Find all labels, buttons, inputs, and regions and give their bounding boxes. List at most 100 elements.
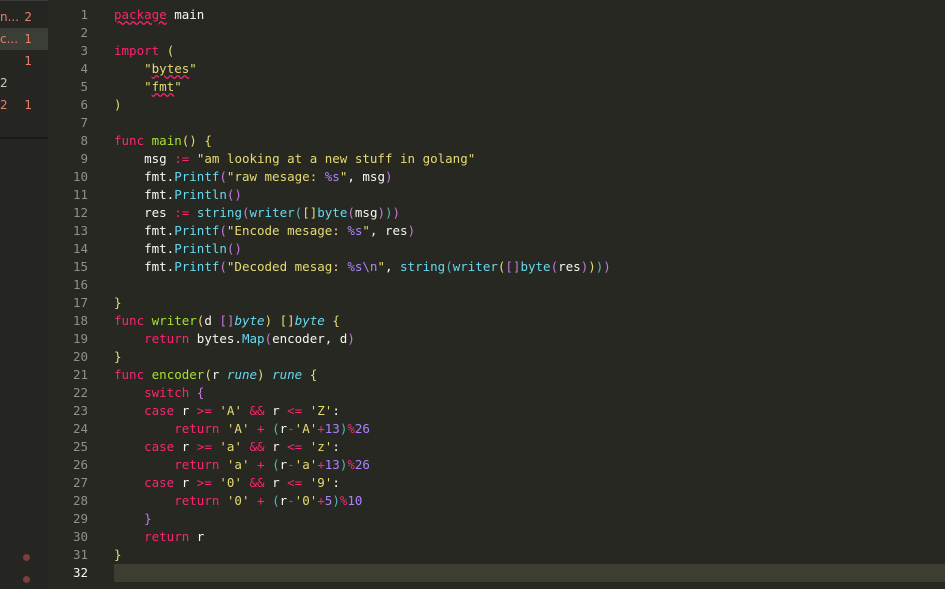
code-token: - xyxy=(287,457,295,472)
code-token: : xyxy=(332,475,340,490)
code-line[interactable]: return r xyxy=(114,528,204,546)
code-line[interactable]: "fmt" xyxy=(114,78,182,96)
code-line[interactable]: fmt.Printf("Encode mesage: %s", res) xyxy=(114,222,415,240)
code-token: ) xyxy=(257,367,265,382)
code-token: string xyxy=(400,259,446,274)
line-number: 20 xyxy=(72,349,88,364)
code-token: 26 xyxy=(354,421,370,436)
code-token: main xyxy=(151,133,182,148)
code-token: r xyxy=(279,421,288,436)
code-token: r xyxy=(264,475,288,490)
code-token: + xyxy=(317,421,325,436)
code-token: encoder, d xyxy=(272,331,348,346)
code-line[interactable]: func main() { xyxy=(114,132,212,150)
code-line[interactable]: switch { xyxy=(114,384,204,402)
code-token: fmt. xyxy=(114,187,175,202)
code-line[interactable]: case r >= '0' && r <= '9': xyxy=(114,474,340,492)
code-token: return xyxy=(144,529,190,544)
code-line[interactable]: fmt.Println() xyxy=(114,240,242,258)
code-line[interactable]: import ( xyxy=(114,42,174,60)
code-line[interactable]: return bytes.Map(encoder, d) xyxy=(114,330,355,348)
sidebar-item-label: 2 xyxy=(0,76,8,90)
code-token: >= xyxy=(196,475,212,490)
sidebar-item-4[interactable]: 2 xyxy=(0,72,48,94)
sidebar-item-3[interactable]: 1 xyxy=(0,50,48,72)
sidebar-item-5[interactable]: 2 1 xyxy=(0,94,48,116)
code-token: return xyxy=(174,457,220,472)
modified-dot-icon xyxy=(23,576,30,583)
code-token: writer xyxy=(151,313,197,328)
code-token: byte xyxy=(234,313,265,328)
code-token: ) xyxy=(392,205,401,220)
code-line[interactable]: return '0' + (r-'0'+5)%10 xyxy=(114,492,362,510)
line-number: 9 xyxy=(80,151,88,166)
code-token: 'A' xyxy=(219,403,242,418)
line-number: 5 xyxy=(80,79,88,94)
code-line[interactable]: return 'a' + (r-'a'+13)%26 xyxy=(114,456,370,474)
code-line[interactable]: } xyxy=(114,294,122,312)
code-token: " xyxy=(377,259,385,274)
code-line[interactable]: func encoder(r rune) rune { xyxy=(114,366,317,384)
code-line[interactable]: func writer(d []byte) []byte { xyxy=(114,312,340,330)
code-token: () xyxy=(181,133,197,148)
code-token: , msg xyxy=(347,169,385,184)
code-token: <= xyxy=(287,439,303,454)
line-number: 30 xyxy=(72,529,88,544)
problem-count-badge: 1 xyxy=(24,54,32,68)
code-line[interactable]: } xyxy=(114,348,122,366)
code-line[interactable]: case r >= 'a' && r <= 'z': xyxy=(114,438,340,456)
code-token: r xyxy=(174,403,197,418)
line-number: 27 xyxy=(72,475,88,490)
code-line[interactable]: return 'A' + (r-'A'+13)%26 xyxy=(114,420,370,438)
code-token: <= xyxy=(287,403,303,418)
code-token: ) xyxy=(385,205,393,220)
code-token: Map xyxy=(241,331,265,346)
code-line[interactable]: "bytes" xyxy=(114,60,197,78)
code-token: - xyxy=(287,421,295,436)
code-token: 13 xyxy=(324,457,340,472)
sidebar-item-2[interactable]: c... 1 xyxy=(0,28,48,50)
code-token: ) xyxy=(114,97,122,112)
code-line[interactable]: package main xyxy=(114,6,204,24)
code-token: " xyxy=(174,79,182,94)
code-token: } xyxy=(144,511,152,526)
code-token: msg xyxy=(114,151,175,166)
code-token: func xyxy=(114,133,145,148)
sidebar-item-1[interactable]: n... 2 xyxy=(0,6,48,28)
code-token: bytes xyxy=(151,61,190,76)
code-token: package xyxy=(114,7,167,22)
code-token: ( xyxy=(445,259,453,274)
code-line[interactable]: msg := "am looking at a new stuff in gol… xyxy=(114,150,475,168)
code-token: [] xyxy=(302,205,318,220)
code-line[interactable]: fmt.Printf("Decoded mesag: %s\n", string… xyxy=(114,258,611,276)
code-token: r xyxy=(279,493,288,508)
code-line[interactable]: } xyxy=(114,546,122,564)
code-token: 'z' xyxy=(309,439,333,454)
code-line[interactable]: fmt.Printf("raw mesage: %s", msg) xyxy=(114,168,392,186)
code-line[interactable]: } xyxy=(114,510,152,528)
code-token: := xyxy=(174,205,190,220)
line-number: 14 xyxy=(72,241,88,256)
code-token: % xyxy=(347,421,355,436)
code-line[interactable]: case r >= 'A' && r <= 'Z': xyxy=(114,402,340,420)
code-token: ( xyxy=(204,367,212,382)
code-token: byte xyxy=(520,259,551,274)
code-line[interactable]: res := string(writer([]byte(msg))) xyxy=(114,204,400,222)
code-token: byte xyxy=(294,313,325,328)
code-token: ( xyxy=(550,259,559,274)
code-line[interactable]: fmt.Println() xyxy=(114,186,242,204)
sidebar-item-label: c... xyxy=(0,32,19,46)
code-token: r xyxy=(279,457,288,472)
code-line[interactable]: ) xyxy=(114,96,122,114)
code-token: + xyxy=(317,493,325,508)
code-token: " xyxy=(144,79,152,94)
